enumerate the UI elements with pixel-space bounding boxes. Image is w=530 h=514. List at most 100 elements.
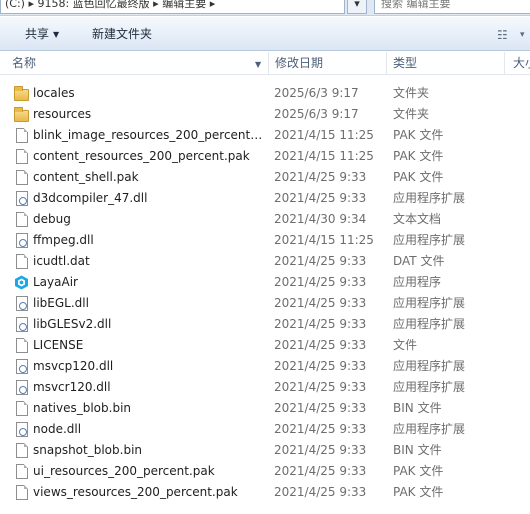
file-type: 文件 — [393, 338, 418, 352]
file-type: 文本文档 — [393, 212, 442, 226]
file-date: 2021/4/30 9:34 — [274, 212, 367, 226]
search-input[interactable]: 搜索 编辑主要 — [374, 0, 530, 14]
chevron-down-icon[interactable]: ▼ — [255, 60, 261, 69]
app-icon — [14, 275, 29, 290]
file-name: locales — [33, 86, 75, 100]
file-row[interactable]: natives_blob.bin 2021/4/25 9:33 BIN 文件 — [0, 398, 530, 419]
command-bar: 共享 ▼ 新建文件夹 ☷ ▾ — [0, 17, 530, 51]
file-row[interactable]: content_shell.pak2021/4/25 9:33PAK 文件9 — [0, 167, 530, 188]
file-type: 应用程序扩展 — [393, 380, 466, 394]
file-name: msvcr120.dll — [33, 380, 111, 394]
column-header-type[interactable]: 类型 — [386, 52, 504, 75]
file-icon — [16, 170, 28, 185]
dll-icon — [16, 359, 28, 374]
file-size — [510, 440, 530, 461]
file-size — [510, 398, 530, 419]
view-options-dropdown-icon[interactable]: ▾ — [520, 26, 525, 44]
file-date: 2021/4/25 9:33 — [274, 170, 367, 184]
share-button[interactable]: 共享 ▼ — [25, 25, 59, 43]
file-row[interactable]: icudtl.dat2021/4/25 9:33DAT 文件5 — [0, 251, 530, 272]
file-row[interactable]: d3dcompiler_47.dll2021/4/25 9:33应用程序扩展4 — [0, 188, 530, 209]
file-row[interactable]: libEGL.dll 2021/4/25 9:33 应用程序扩展 — [0, 293, 530, 314]
file-date: 2025/6/3 9:17 — [274, 86, 359, 100]
file-type: 应用程序扩展 — [393, 422, 466, 436]
file-type: 应用程序扩展 — [393, 317, 466, 331]
dll-icon — [16, 422, 28, 437]
file-date: 2021/4/25 9:33 — [274, 191, 367, 205]
file-date: 2021/4/25 9:33 — [274, 422, 367, 436]
file-type: 应用程序扩展 — [393, 191, 466, 205]
new-folder-button[interactable]: 新建文件夹 — [92, 25, 152, 43]
file-date: 2025/6/3 9:17 — [274, 107, 359, 121]
file-size — [510, 461, 530, 482]
dll-icon — [16, 296, 28, 311]
file-row[interactable]: ffmpeg.dll2021/4/15 11:25应用程序扩展1 — [0, 230, 530, 251]
file-name: ui_resources_200_percent.pak — [33, 464, 215, 478]
file-row[interactable]: debug 2021/4/30 9:34 文本文档 — [0, 209, 530, 230]
file-type: 应用程序扩展 — [393, 233, 466, 247]
file-row[interactable]: snapshot_blob.bin 2021/4/25 9:33 BIN 文件 — [0, 440, 530, 461]
file-row[interactable]: node.dll2021/4/25 9:33应用程序扩展14 — [0, 419, 530, 440]
file-date: 2021/4/25 9:33 — [274, 317, 367, 331]
address-dropdown-button[interactable]: ▾ — [347, 0, 367, 14]
file-date: 2021/4/25 9:33 — [274, 380, 367, 394]
file-date: 2021/4/25 9:33 — [274, 275, 367, 289]
file-name: blink_image_resources_200_percent.p... — [33, 128, 265, 142]
dll-icon — [16, 233, 28, 248]
file-name: libGLESv2.dll — [33, 317, 112, 331]
file-name: content_shell.pak — [33, 170, 139, 184]
file-size — [510, 335, 530, 356]
file-size — [510, 83, 530, 104]
file-date: 2021/4/15 11:25 — [274, 233, 374, 247]
file-row[interactable]: libGLESv2.dll 2021/4/25 9:33 应用程序扩展 — [0, 314, 530, 335]
file-name: content_resources_200_percent.pak — [33, 149, 250, 163]
file-name: ffmpeg.dll — [33, 233, 94, 247]
file-row[interactable]: LICENSE 2021/4/25 9:33 文件 — [0, 335, 530, 356]
file-date: 2021/4/25 9:33 — [274, 296, 367, 310]
file-icon — [16, 149, 28, 164]
file-type: PAK 文件 — [393, 464, 444, 478]
file-row[interactable]: msvcr120.dll 2021/4/25 9:33 应用程序扩展 — [0, 377, 530, 398]
file-size — [510, 125, 530, 146]
file-size — [510, 104, 530, 125]
file-type: BIN 文件 — [393, 443, 442, 457]
file-row[interactable]: resources 2025/6/3 9:17 文件夹 — [0, 104, 530, 125]
file-row[interactable]: views_resources_200_percent.pak 2021/4/25… — [0, 482, 530, 503]
file-date: 2021/4/25 9:33 — [274, 338, 367, 352]
file-row[interactable]: msvcp120.dll 2021/4/25 9:33 应用程序扩展 — [0, 356, 530, 377]
file-date: 2021/4/25 9:33 — [274, 254, 367, 268]
file-row[interactable]: blink_image_resources_200_percent.p... 20… — [0, 125, 530, 146]
folder-icon — [14, 107, 29, 122]
column-header-date[interactable]: 修改日期 — [268, 52, 386, 75]
file-type: PAK 文件 — [393, 485, 444, 499]
file-date: 2021/4/25 9:33 — [274, 464, 367, 478]
file-type: 应用程序扩展 — [393, 296, 466, 310]
file-row[interactable]: content_resources_200_percent.pak 2021/4/… — [0, 146, 530, 167]
file-row[interactable]: ui_resources_200_percent.pak 2021/4/25 9:… — [0, 461, 530, 482]
view-options-icon[interactable]: ☷ — [497, 26, 508, 44]
file-type: 应用程序扩展 — [393, 359, 466, 373]
file-name: snapshot_blob.bin — [33, 443, 143, 457]
file-icon — [16, 212, 28, 227]
column-header-size[interactable]: 大小 — [504, 52, 530, 75]
file-type: 文件夹 — [393, 86, 430, 100]
address-bar: (C:) ▸ 9158: 蓝色回忆最终版 ▸ 编辑主要 ▸ ▾ 搜索 编辑主要 — [0, 0, 530, 16]
file-name: resources — [33, 107, 92, 121]
dll-icon — [16, 191, 28, 206]
file-row[interactable]: LayaAir2021/4/25 9:33应用程序55 — [0, 272, 530, 293]
file-size — [510, 146, 530, 167]
file-row[interactable]: locales 2025/6/3 9:17 文件夹 — [0, 83, 530, 104]
file-date: 2021/4/15 11:25 — [274, 128, 374, 142]
file-name: msvcp120.dll — [33, 359, 114, 373]
file-icon — [16, 485, 28, 500]
file-icon — [16, 254, 28, 269]
file-type: 文件夹 — [393, 107, 430, 121]
folder-icon — [14, 86, 29, 101]
file-list: locales 2025/6/3 9:17 文件夹 resources 2025/6/3… — [0, 83, 530, 503]
file-name: LayaAir — [33, 275, 78, 289]
file-icon — [16, 338, 28, 353]
address-path[interactable]: (C:) ▸ 9158: 蓝色回忆最终版 ▸ 编辑主要 ▸ — [0, 0, 345, 14]
file-type: BIN 文件 — [393, 401, 442, 415]
column-header-name[interactable]: 名称 — [0, 52, 268, 75]
share-label: 共享 — [25, 27, 50, 41]
